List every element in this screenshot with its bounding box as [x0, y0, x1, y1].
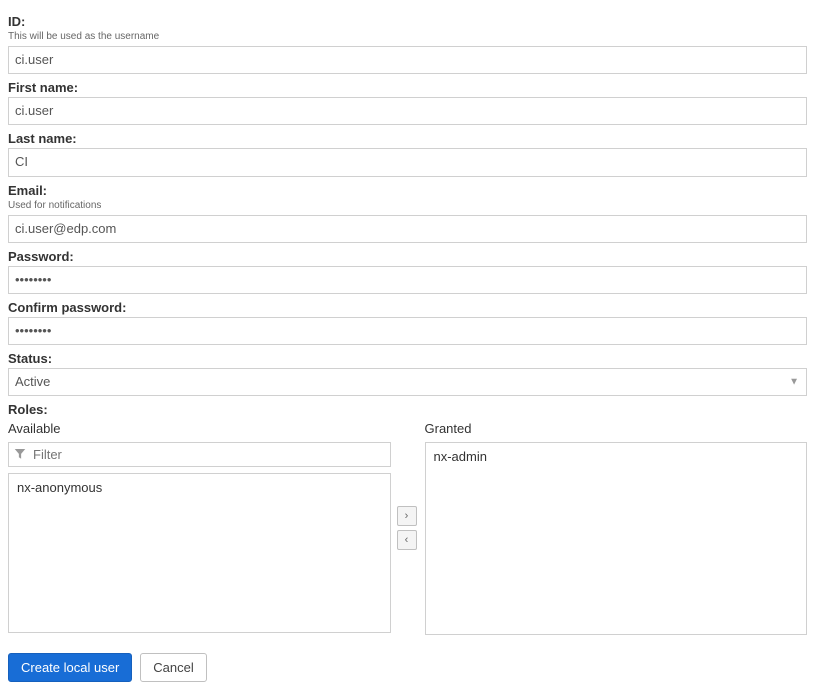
email-field[interactable] — [8, 215, 807, 243]
chevron-right-icon: › — [405, 510, 409, 522]
granted-list[interactable]: nx-admin — [425, 442, 808, 635]
status-select[interactable] — [8, 368, 807, 396]
confirm-password-label: Confirm password: — [8, 300, 807, 315]
id-hint: This will be used as the username — [8, 31, 807, 42]
id-field[interactable] — [8, 46, 807, 74]
chevron-left-icon: ‹ — [405, 534, 409, 546]
password-label: Password: — [8, 249, 807, 264]
email-label: Email: — [8, 183, 807, 198]
move-right-button[interactable]: › — [397, 506, 417, 526]
move-left-button[interactable]: ‹ — [397, 530, 417, 550]
list-item[interactable]: nx-admin — [434, 449, 799, 464]
cancel-button[interactable]: Cancel — [140, 653, 206, 682]
firstname-label: First name: — [8, 80, 807, 95]
available-panel: Available nx-anonymous — [8, 421, 391, 635]
password-field[interactable] — [8, 266, 807, 294]
id-label: ID: — [8, 14, 807, 29]
filter-icon — [14, 447, 26, 462]
granted-title: Granted — [425, 421, 808, 436]
available-list[interactable]: nx-anonymous — [8, 473, 391, 633]
lastname-label: Last name: — [8, 131, 807, 146]
lastname-field[interactable] — [8, 148, 807, 176]
available-title: Available — [8, 421, 391, 436]
firstname-field[interactable] — [8, 97, 807, 125]
create-local-user-button[interactable]: Create local user — [8, 653, 132, 682]
list-item[interactable]: nx-anonymous — [17, 480, 382, 495]
confirm-password-field[interactable] — [8, 317, 807, 345]
available-filter-input[interactable] — [8, 442, 391, 467]
email-hint: Used for notifications — [8, 200, 807, 211]
roles-label: Roles: — [8, 402, 807, 417]
status-label: Status: — [8, 351, 807, 366]
granted-panel: Granted nx-admin — [425, 421, 808, 635]
